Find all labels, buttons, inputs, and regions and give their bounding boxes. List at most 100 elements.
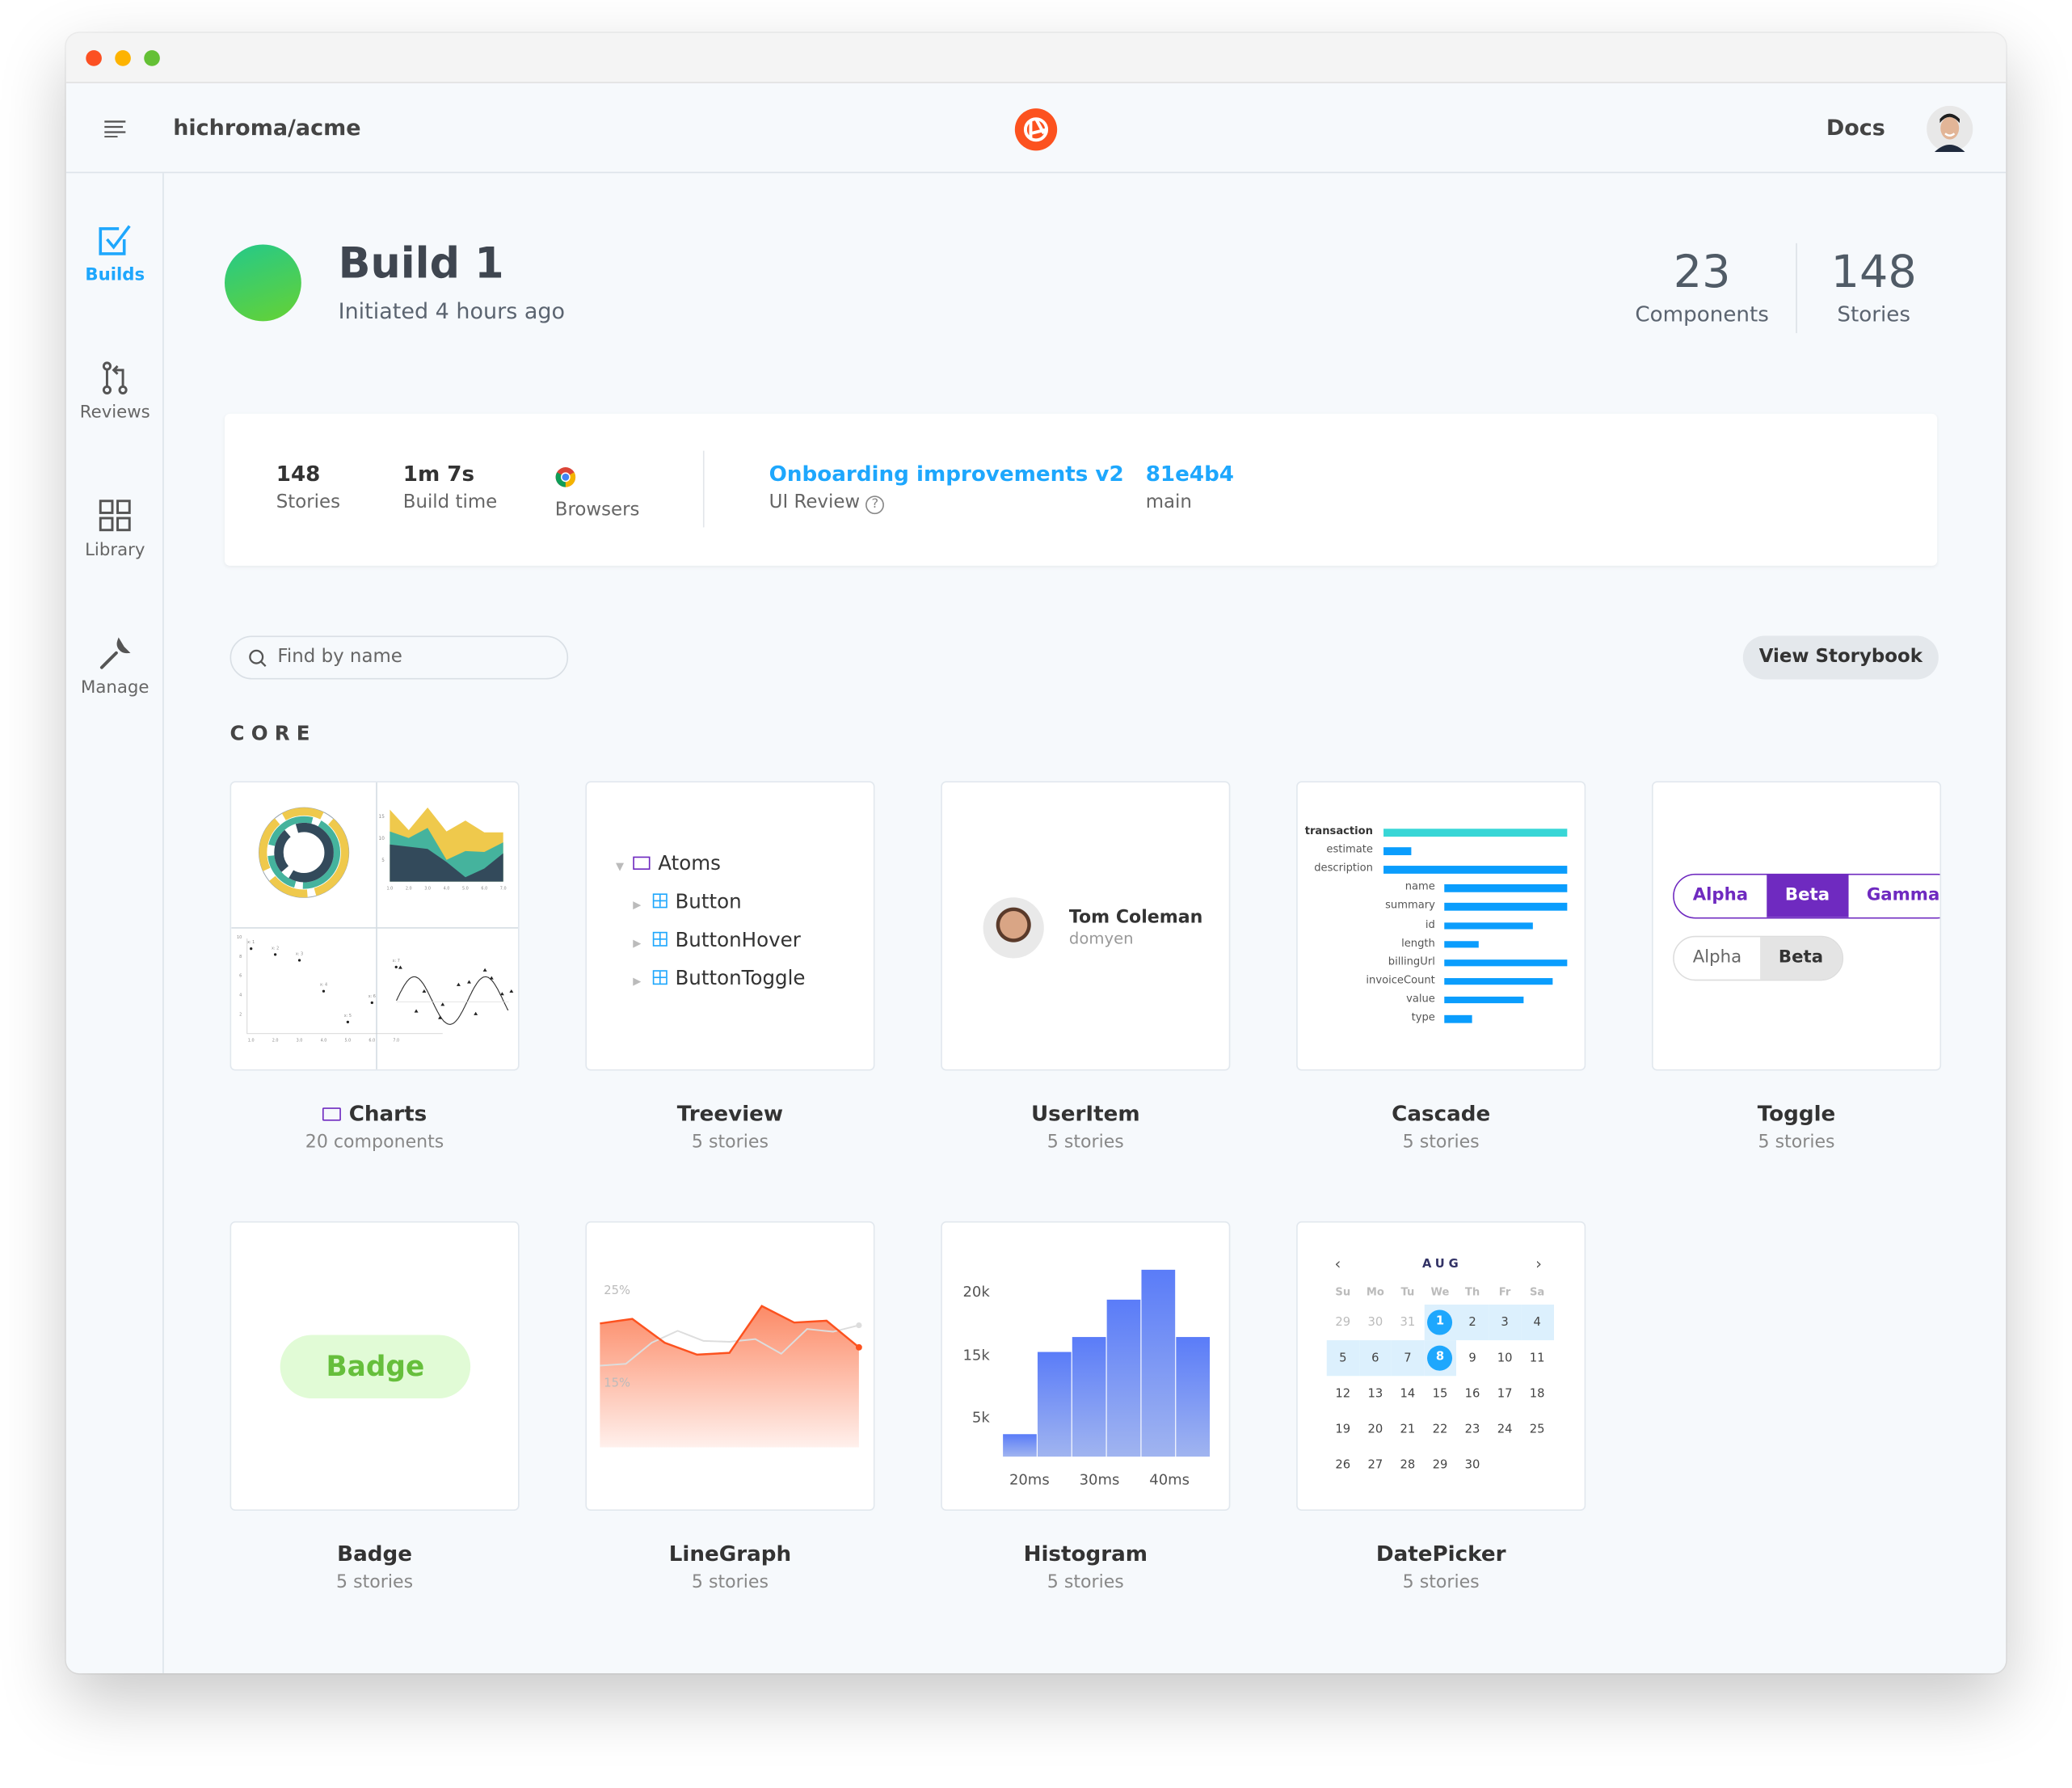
repo-name[interactable]: hichroma/acme: [173, 115, 360, 140]
component-card-charts[interactable]: 15 10 5 1.0 2.0 3.0 4.0 5.0 6.0 7.0 x: 1 x: 2 x: 3 x:…: [230, 781, 520, 1071]
scatter-point: [394, 965, 398, 968]
component-card-badge[interactable]: Badge: [230, 1221, 520, 1512]
calendar-day[interactable]: 7: [1391, 1340, 1424, 1377]
component-card-linegraph[interactable]: 25% 15%: [585, 1221, 875, 1512]
minimize-window-button[interactable]: [115, 50, 131, 66]
card-title[interactable]: DatePicker: [1296, 1541, 1586, 1567]
calendar-day[interactable]: 18: [1521, 1376, 1553, 1411]
toggle-option-beta[interactable]: Beta: [1767, 875, 1848, 917]
help-icon[interactable]: ?: [865, 495, 885, 515]
close-window-button[interactable]: [86, 50, 102, 66]
toggle-option-alpha[interactable]: Alpha: [1674, 937, 1761, 980]
component-card-datepicker[interactable]: ‹ › AUG Su Mo Tu We Th Fr Sa 29 30 31 1 2 3 4 5 6 7 8 9 10 11 12…: [1296, 1221, 1586, 1512]
calendar-day[interactable]: 16: [1456, 1376, 1489, 1411]
y-tick-label: 25%: [604, 1284, 630, 1297]
calendar-day[interactable]: 28: [1392, 1448, 1424, 1483]
scatter-marker: [398, 965, 402, 969]
calendar-day[interactable]: 26: [1327, 1448, 1359, 1483]
tree-root[interactable]: ▼ Atoms: [616, 851, 721, 875]
calendar-day[interactable]: 11: [1521, 1340, 1553, 1376]
card-title[interactable]: Badge: [230, 1541, 520, 1567]
component-card-toggle[interactable]: Alpha Beta Gamma Alpha Beta: [1652, 781, 1942, 1071]
day-number: 23: [1464, 1423, 1480, 1436]
user-avatar[interactable]: [1927, 105, 1973, 153]
calendar-day[interactable]: 24: [1489, 1411, 1521, 1447]
calendar-day[interactable]: 25: [1521, 1411, 1553, 1447]
component-card-histogram[interactable]: 20k 15k 5k 20ms 30ms 40ms: [941, 1221, 1231, 1512]
build-status-indicator: [224, 244, 301, 322]
card-title[interactable]: Charts: [230, 1101, 520, 1126]
build-info-card: 148 Stories 1m 7s Build time Browsers Onbo…: [224, 413, 1938, 566]
line-endpoint: [855, 1343, 862, 1351]
cascade-row-label: billingUrl: [1388, 955, 1435, 968]
card-title[interactable]: LineGraph: [585, 1541, 874, 1567]
component-card-cascade[interactable]: transaction estimate description name summar…: [1296, 781, 1586, 1071]
card-title[interactable]: Treeview: [585, 1101, 874, 1126]
maximize-window-button[interactable]: [144, 50, 160, 66]
docs-link[interactable]: Docs: [1826, 115, 1885, 140]
tree-item[interactable]: ▶ Button: [633, 889, 741, 913]
calendar-day[interactable]: 22: [1424, 1411, 1456, 1447]
calendar-day[interactable]: 20: [1359, 1411, 1392, 1447]
calendar-day[interactable]: 30: [1359, 1305, 1392, 1340]
sidebar-item-builds[interactable]: Builds: [66, 223, 164, 285]
calendar-day[interactable]: 12: [1327, 1376, 1359, 1411]
view-storybook-button[interactable]: View Storybook: [1742, 635, 1939, 680]
card-title[interactable]: Cascade: [1296, 1101, 1586, 1126]
calendar-day[interactable]: 13: [1359, 1376, 1392, 1411]
calendar-day[interactable]: 17: [1489, 1376, 1521, 1411]
toggle-option-alpha[interactable]: Alpha: [1674, 875, 1767, 917]
chart-label: 8: [239, 955, 242, 959]
weekday-label: We: [1430, 1285, 1450, 1297]
card-title[interactable]: UserItem: [941, 1101, 1230, 1126]
calendar-day[interactable]: 15: [1424, 1376, 1456, 1411]
cascade-row-label: description: [1314, 862, 1373, 875]
menu-icon[interactable]: [104, 120, 127, 138]
chromatic-logo-icon[interactable]: [1013, 107, 1059, 152]
calendar-day[interactable]: 29: [1424, 1448, 1456, 1483]
calendar-day[interactable]: 31: [1392, 1305, 1424, 1340]
cascade-bar: [1444, 884, 1568, 892]
calendar-day[interactable]: 4: [1521, 1304, 1554, 1341]
calendar-day[interactable]: 23: [1456, 1411, 1489, 1447]
scatter-point: [250, 947, 253, 951]
calendar-day[interactable]: 8: [1423, 1340, 1456, 1377]
calendar-day[interactable]: 29: [1327, 1305, 1359, 1340]
calendar-day[interactable]: 3: [1489, 1304, 1522, 1341]
commit-link[interactable]: 81e4b4: [1146, 462, 1234, 487]
cascade-row-label: estimate: [1326, 843, 1373, 856]
sidebar: Builds Reviews Library Manage: [66, 173, 164, 1674]
calendar-day[interactable]: 19: [1327, 1411, 1359, 1447]
sidebar-item-library[interactable]: Library: [66, 498, 164, 560]
pull-request-link[interactable]: Onboarding improvements v2: [769, 462, 1124, 487]
grid-icon: [99, 500, 131, 532]
tree-item[interactable]: ▶ ButtonHover: [633, 928, 801, 951]
calendar-day[interactable]: 14: [1392, 1376, 1424, 1411]
toggle-option-beta[interactable]: Beta: [1760, 937, 1842, 980]
calendar-day[interactable]: 5: [1326, 1340, 1359, 1377]
calendar-day[interactable]: 21: [1392, 1411, 1424, 1447]
card-title[interactable]: Toggle: [1652, 1101, 1941, 1126]
calendar-day[interactable]: 9: [1456, 1340, 1489, 1376]
card-title-text: UserItem: [1030, 1101, 1140, 1127]
cascade-row-label: id: [1425, 917, 1435, 930]
ui-review-label: UI Review: [769, 491, 861, 513]
calendar-day[interactable]: 6: [1358, 1340, 1392, 1377]
weekday-label: Su: [1335, 1285, 1351, 1297]
card-title[interactable]: Histogram: [941, 1541, 1230, 1567]
calendar-day[interactable]: 27: [1359, 1448, 1392, 1483]
tree-item[interactable]: ▶ ButtonToggle: [633, 966, 805, 989]
component-card-useritem[interactable]: Tom Coleman domyen: [941, 781, 1231, 1071]
component-card-treeview[interactable]: ▼ Atoms ▶ Button ▶ ButtonHover ▶ ButtonTogg…: [585, 781, 875, 1071]
search-input[interactable]: Find by name: [230, 635, 569, 680]
calendar-day[interactable]: 30: [1456, 1448, 1489, 1483]
calendar-day[interactable]: 10: [1489, 1340, 1521, 1376]
card-title-text: Histogram: [1023, 1541, 1148, 1567]
pull-request-icon: [102, 361, 128, 394]
toggle-option-gamma[interactable]: Gamma: [1847, 875, 1940, 917]
build-time-value: 1m 7s: [402, 461, 475, 487]
sidebar-item-reviews[interactable]: Reviews: [66, 361, 164, 423]
sidebar-item-manage[interactable]: Manage: [66, 636, 164, 698]
calendar-day[interactable]: 1: [1423, 1304, 1456, 1341]
calendar-day[interactable]: 2: [1455, 1304, 1489, 1341]
